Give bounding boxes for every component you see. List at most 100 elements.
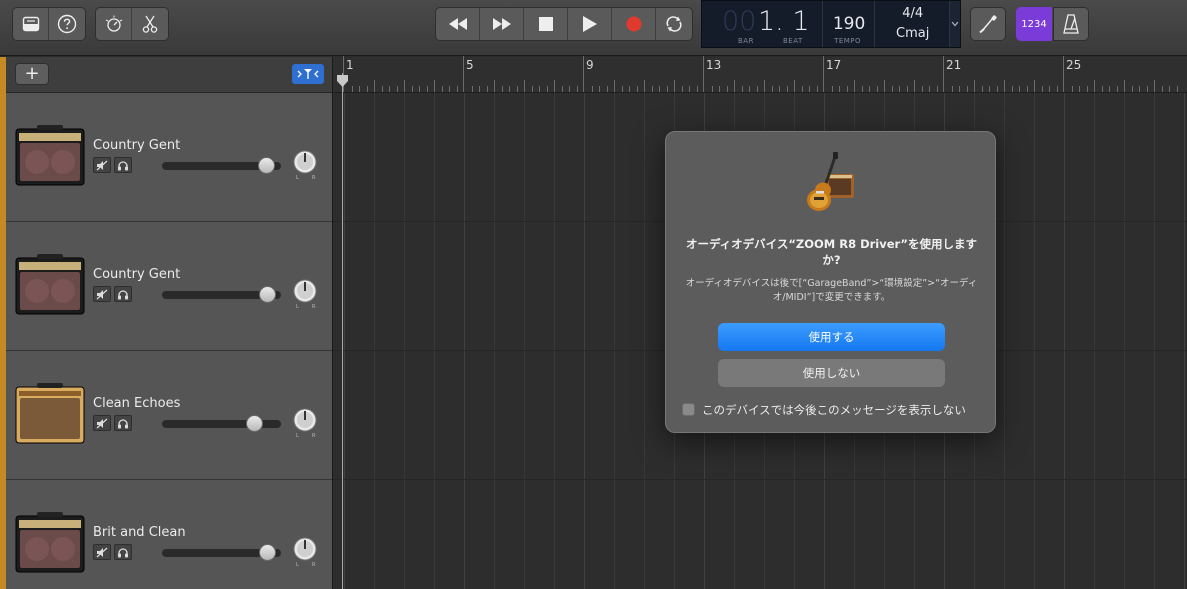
fast-forward-icon	[492, 18, 511, 30]
ruler-beat-tick	[906, 86, 908, 92]
rewind-icon	[448, 18, 467, 30]
volume-slider[interactable]	[162, 420, 281, 428]
catch-playhead-button[interactable]	[292, 64, 324, 84]
stop-icon	[538, 17, 553, 31]
help-icon	[57, 14, 77, 34]
ruler-major-tick	[1063, 56, 1064, 92]
play-icon	[582, 16, 597, 32]
playhead-handle-icon[interactable]	[337, 75, 348, 87]
lcd-signature[interactable]: 4/4 Cmaj	[875, 1, 951, 47]
track-name[interactable]: Brit and Clean	[93, 525, 186, 540]
pan-knob[interactable]	[291, 408, 319, 436]
pan-right-label: R	[312, 562, 316, 568]
rewind-button[interactable]	[436, 8, 480, 40]
solo-button[interactable]	[114, 157, 132, 173]
ruler-bar-tick	[1124, 80, 1125, 92]
lcd-menu-button[interactable]	[950, 1, 961, 47]
ruler-beat-tick	[509, 86, 510, 92]
count-in-button[interactable]: 1234	[1016, 7, 1052, 41]
tuner-icon	[979, 15, 997, 34]
track-name[interactable]: Country Gent	[93, 267, 180, 282]
ruler-beat-tick	[621, 86, 623, 92]
dont-show-again-label[interactable]: このデバイスでは今後このメッセージを表示しない	[702, 402, 966, 418]
smart-controls-button[interactable]	[96, 8, 132, 40]
ruler-bar-tick	[1154, 80, 1155, 92]
grid-line	[374, 93, 375, 589]
pan-knob[interactable]	[291, 537, 319, 565]
volume-slider-knob[interactable]	[246, 415, 263, 432]
ruler-beat-tick	[1071, 86, 1073, 92]
metronome-button[interactable]	[1053, 7, 1089, 41]
help-button[interactable]	[49, 8, 85, 40]
track-name[interactable]: Clean Echoes	[93, 396, 180, 411]
volume-slider-knob[interactable]	[258, 157, 275, 174]
pan-knob[interactable]	[291, 279, 319, 307]
ruler-beat-tick	[1161, 86, 1163, 92]
record-button[interactable]	[612, 8, 656, 40]
ruler-major-tick	[583, 56, 584, 92]
ruler-beat-tick	[1109, 86, 1110, 92]
ruler-beat-tick	[389, 86, 390, 92]
ruler-beat-tick	[599, 86, 600, 92]
tuner-button[interactable]	[971, 8, 1005, 40]
ruler-beat-tick	[831, 86, 833, 92]
solo-button[interactable]	[114, 544, 132, 560]
lcd-tempo[interactable]: 190 TEMPO	[823, 1, 875, 47]
grid-line	[644, 93, 645, 589]
cycle-icon	[666, 16, 682, 32]
ruler-beat-tick	[809, 86, 810, 92]
lcd-display[interactable]: 00 1. 1 BAR BEAT 190 TEMPO 4/4 Cmaj	[701, 0, 961, 48]
ruler-beat-tick	[396, 86, 398, 92]
lcd-position[interactable]: 00 1. 1 BAR BEAT	[702, 1, 824, 47]
stop-button[interactable]	[524, 8, 568, 40]
volume-slider-knob[interactable]	[259, 286, 276, 303]
dont-use-device-button[interactable]: 使用しない	[718, 359, 945, 387]
editors-button[interactable]	[132, 8, 168, 40]
ruler-beat-tick	[786, 86, 788, 92]
library-button[interactable]	[13, 8, 49, 40]
timeline-ruler[interactable]: 1 5 9 13 17 21 25	[332, 56, 1187, 93]
solo-button[interactable]	[114, 286, 132, 302]
grid-line	[524, 93, 525, 589]
ruler-beat-tick	[711, 86, 713, 92]
solo-button[interactable]	[114, 415, 132, 431]
garageband-icon	[807, 152, 854, 211]
black-amp-icon	[15, 512, 85, 573]
volume-slider-knob[interactable]	[259, 544, 276, 561]
use-device-button[interactable]: 使用する	[718, 323, 945, 351]
ruler-beat-tick	[351, 86, 353, 92]
playhead[interactable]	[342, 73, 343, 589]
mute-button[interactable]	[93, 544, 111, 560]
play-button[interactable]	[568, 8, 612, 40]
tweed-amp-icon	[15, 383, 85, 444]
cycle-button[interactable]	[656, 8, 692, 40]
track-header[interactable]: Clean Echoes L R	[6, 351, 332, 480]
add-track-button[interactable]: +	[15, 63, 49, 85]
ruler-bar-tick	[1034, 80, 1035, 92]
fast-forward-button[interactable]	[480, 8, 524, 40]
pan-right-label: R	[312, 433, 316, 439]
ruler-major-tick	[943, 56, 944, 92]
pan-right-label: R	[312, 175, 316, 181]
pan-knob[interactable]	[291, 150, 319, 178]
track-header[interactable]: Country Gent L R	[6, 222, 332, 351]
ruler-beat-tick	[479, 86, 480, 92]
ruler-beat-tick	[659, 86, 660, 92]
mute-button[interactable]	[93, 415, 111, 431]
ruler-beat-tick	[1101, 86, 1103, 92]
track-header[interactable]: Country Gent L R	[6, 93, 332, 222]
grid-line	[1064, 93, 1065, 589]
ruler-beat-tick	[651, 86, 653, 92]
mute-button[interactable]	[93, 286, 111, 302]
mute-button[interactable]	[93, 157, 111, 173]
ruler-beat-tick	[681, 86, 683, 92]
track-header[interactable]: Brit and Clean L R	[6, 480, 332, 589]
track-name[interactable]: Country Gent	[93, 138, 180, 153]
ruler-beat-tick	[689, 86, 690, 92]
library-help-group	[12, 7, 86, 41]
ruler-beat-tick	[411, 86, 413, 92]
dont-show-again-checkbox[interactable]	[682, 403, 695, 416]
ruler-beat-tick	[801, 86, 803, 92]
grid-line	[1034, 93, 1035, 589]
headphones-icon	[118, 547, 128, 557]
